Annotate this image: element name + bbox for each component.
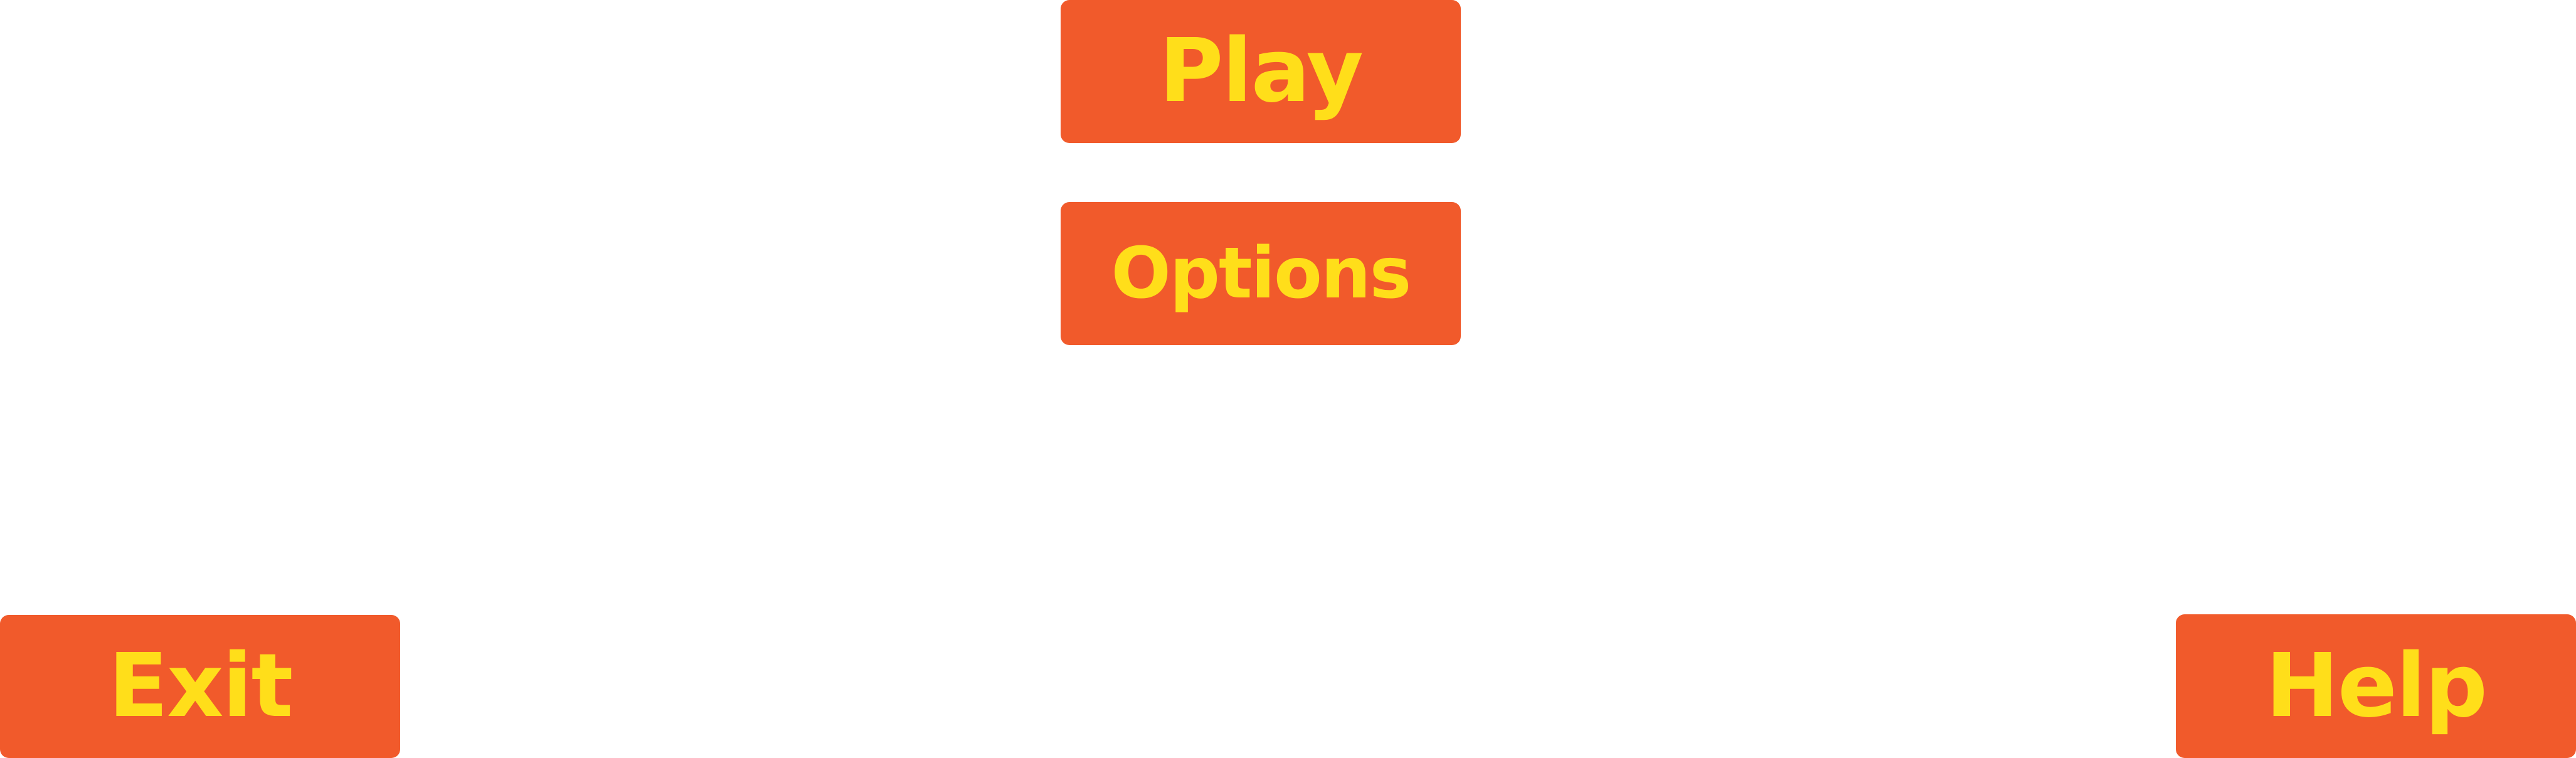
exit-button-label: Exit <box>108 635 294 737</box>
options-button[interactable]: Options <box>1061 202 1461 345</box>
help-button-label: Help <box>2265 634 2488 737</box>
play-button[interactable]: Play <box>1061 0 1461 143</box>
exit-button[interactable]: Exit <box>0 615 400 758</box>
options-button-label: Options <box>1111 233 1412 314</box>
play-button-label: Play <box>1158 20 1364 122</box>
help-button[interactable]: Help <box>2176 614 2576 758</box>
